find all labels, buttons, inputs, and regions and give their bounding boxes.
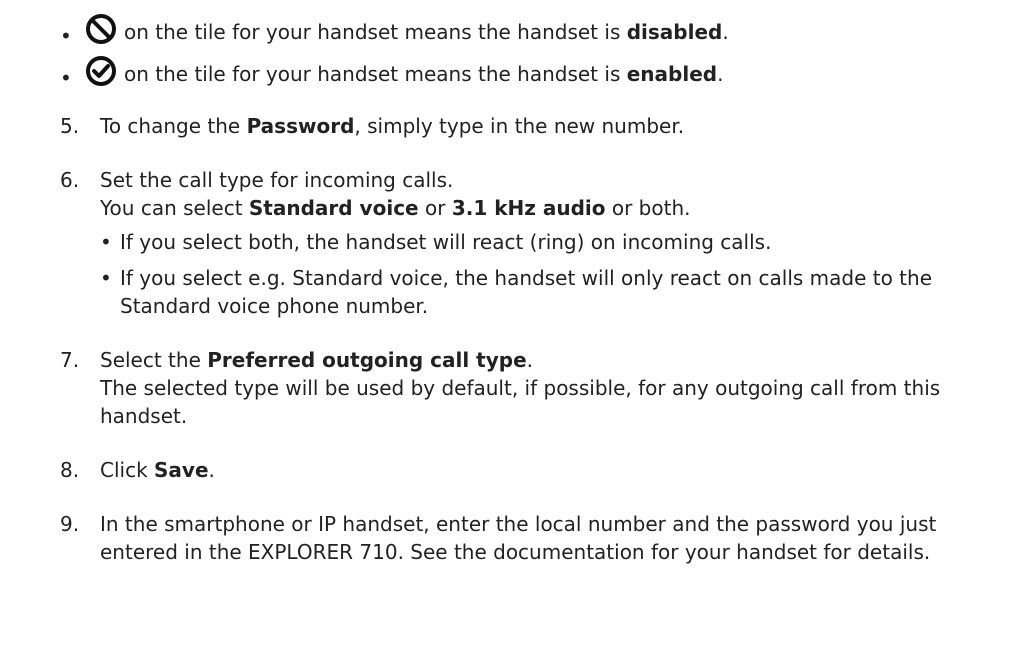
bullet-dot: •	[100, 230, 112, 254]
step-number: 8.	[60, 458, 80, 482]
step-number: 5.	[60, 114, 80, 138]
step-number: 7.	[60, 348, 80, 372]
document-page: • on the tile for your handset means the…	[0, 0, 1022, 651]
step-number: 6.	[60, 168, 80, 192]
step-6-line-1: Set the call type for incoming calls.	[100, 168, 454, 192]
step-8-text: Click Save.	[100, 458, 215, 482]
step-6-line-2: You can select Standard voice or 3.1 kHz…	[100, 196, 691, 220]
bullet-enabled: on the tile for your handset means the h…	[124, 62, 724, 86]
step-7-line-1: Select the Preferred outgoing call type.	[100, 348, 534, 372]
step-6-bullet-2-line-2: Standard voice phone number.	[120, 294, 429, 318]
step-7-line-3: handset.	[100, 404, 188, 428]
bullet-dot: •	[100, 266, 112, 290]
step-9-line-2: entered in the EXPLORER 710. See the doc…	[100, 540, 931, 564]
prohibited-circle-icon	[86, 14, 116, 44]
step-7-line-2: The selected type will be used by defaul…	[100, 376, 941, 400]
bullet-disabled: on the tile for your handset means the h…	[124, 20, 729, 44]
step-6-bullet-1: If you select both, the handset will rea…	[120, 230, 772, 254]
bullet-dot: •	[60, 24, 72, 48]
bullet-dot: •	[60, 66, 72, 90]
step-5-text: To change the Password, simply type in t…	[100, 114, 685, 138]
step-6-bullet-2-line-1: If you select e.g. Standard voice, the h…	[120, 266, 933, 290]
step-number: 9.	[60, 512, 80, 536]
check-circle-icon	[86, 56, 116, 86]
step-9-line-1: In the smartphone or IP handset, enter t…	[100, 512, 937, 536]
